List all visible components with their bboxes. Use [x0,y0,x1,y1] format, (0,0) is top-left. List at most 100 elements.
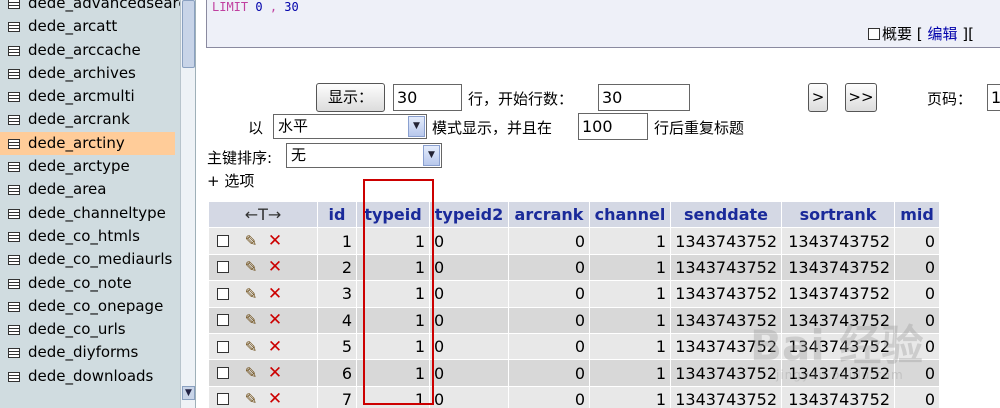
column-header-sortrank[interactable]: sortrank [782,202,894,228]
table-icon[interactable] [8,92,20,103]
table-icon[interactable] [8,0,20,9]
column-header-typeid2[interactable]: typeid2 [430,202,508,228]
page-select[interactable]: 1 [987,84,1000,111]
sidebar-item-label[interactable]: dede_co_onepage [28,297,163,315]
sidebar-item-dede-advancedsearc[interactable]: dede_advancedsearc [0,0,187,15]
sidebar-item-label[interactable]: dede_channeltype [28,204,166,222]
sidebar-item-dede-co-onepage[interactable]: dede_co_onepage [0,295,180,318]
action-column-header[interactable]: ←T→ [209,202,317,228]
rows-input[interactable]: 30 [393,84,462,111]
table-icon[interactable] [8,208,20,219]
start-row-input[interactable]: 30 [598,84,690,111]
table-icon[interactable] [8,22,20,33]
delete-x-icon[interactable]: ✕ [263,284,287,304]
column-header-id[interactable]: id [318,202,356,228]
sidebar-item-dede-arcrank[interactable]: dede_arcrank [0,108,180,131]
column-header-mid[interactable]: mid [895,202,939,228]
scrollbar-thumb[interactable] [182,0,195,68]
pencil-icon[interactable]: ✎ [239,258,263,276]
sidebar-item-dede-arctiny[interactable]: dede_arctiny [0,131,175,156]
sidebar-item-dede-channeltype[interactable]: dede_channeltype [0,202,180,225]
delete-x-icon[interactable]: ✕ [263,363,287,383]
row-checkbox[interactable] [217,261,229,274]
sort-select[interactable]: 无 ▼ [286,143,442,168]
delete-x-icon[interactable]: ✕ [263,389,287,408]
sidebar-item-dede-co-htmls[interactable]: dede_co_htmls [0,225,180,248]
pencil-icon[interactable]: ✎ [239,338,263,356]
table-icon[interactable] [8,185,20,196]
pencil-icon[interactable]: ✎ [239,364,263,382]
sidebar-scrollbar[interactable]: ▼ [180,0,195,408]
options-link[interactable]: + 选项 [207,170,254,191]
chevron-down-icon[interactable]: ▼ [423,145,440,166]
table-icon[interactable] [8,325,20,336]
table-icon[interactable] [8,68,20,79]
pencil-icon[interactable]: ✎ [239,311,263,329]
sidebar-item-label[interactable]: dede_archives [28,64,136,82]
table-icon[interactable] [8,115,20,126]
pencil-icon[interactable]: ✎ [239,285,263,303]
scroll-down-arrow-icon[interactable]: ▼ [182,386,195,400]
table-icon[interactable] [8,371,20,382]
profile-checkbox[interactable] [868,28,880,40]
sidebar-item-label[interactable]: dede_arcrank [28,110,130,128]
sidebar-item-label[interactable]: dede_downloads [28,367,153,385]
sidebar-item-dede-area[interactable]: dede_area [0,178,180,201]
pencil-icon[interactable]: ✎ [239,390,263,408]
chevron-down-icon[interactable]: ▼ [408,116,425,137]
sidebar-item-label[interactable]: dede_arccache [28,41,141,59]
sidebar-item-label[interactable]: dede_area [28,180,106,198]
sidebar-item-dede-arcmulti[interactable]: dede_arcmulti [0,85,180,108]
sidebar-item-label[interactable]: dede_co_mediaurls [28,250,172,268]
column-header-channel[interactable]: channel [590,202,670,228]
sidebar-item-dede-downloads[interactable]: dede_downloads [0,365,180,388]
delete-x-icon[interactable]: ✕ [263,337,287,357]
table-icon[interactable] [8,231,20,242]
sidebar-item-label[interactable]: dede_arctiny [28,134,125,152]
mode-label: 模式显示，并且在 [432,119,553,137]
column-header-senddate[interactable]: senddate [671,202,781,228]
sidebar-item-dede-diyforms[interactable]: dede_diyforms [0,341,180,364]
sidebar-item-label[interactable]: dede_co_htmls [28,227,140,245]
row-checkbox[interactable] [217,314,229,327]
sidebar-item-label[interactable]: dede_co_note [28,274,132,292]
sidebar-item-label[interactable]: dede_advancedsearc [28,0,187,12]
row-checkbox[interactable] [217,235,229,248]
table-icon[interactable] [8,162,20,173]
last-page-button[interactable]: >> [845,83,877,112]
sidebar-item-label[interactable]: dede_diyforms [28,343,138,361]
sidebar-item-dede-co-mediaurls[interactable]: dede_co_mediaurls [0,248,180,271]
sidebar-item-label[interactable]: dede_co_urls [28,320,126,338]
row-checkbox[interactable] [217,287,229,300]
table-icon[interactable] [8,278,20,289]
next-page-button[interactable]: > [808,83,828,112]
cell-id: 3 [318,281,356,307]
delete-x-icon[interactable]: ✕ [263,257,287,277]
table-icon[interactable] [8,301,20,312]
column-header-arcrank[interactable]: arcrank [509,202,589,228]
show-button[interactable]: 显示： [316,83,385,112]
sidebar-item-dede-arcatt[interactable]: dede_arcatt [0,15,180,38]
row-checkbox[interactable] [217,340,229,353]
edit-link[interactable]: 编辑 [927,25,957,43]
row-checkbox[interactable] [217,393,229,406]
table-icon[interactable] [8,348,20,359]
sidebar-item-dede-co-note[interactable]: dede_co_note [0,272,180,295]
table-icon[interactable] [8,45,20,56]
sidebar-item-dede-arctype[interactable]: dede_arctype [0,155,180,178]
sidebar-item-dede-archives[interactable]: dede_archives [0,62,180,85]
pencil-icon[interactable]: ✎ [239,232,263,250]
display-mode-select[interactable]: 水平 ▼ [273,114,427,139]
sidebar-item-label[interactable]: dede_arctype [28,157,130,175]
delete-x-icon[interactable]: ✕ [263,310,287,330]
sidebar-item-dede-arccache[interactable]: dede_arccache [0,39,180,62]
delete-x-icon[interactable]: ✕ [263,231,287,251]
table-icon[interactable] [8,255,20,266]
sidebar-item-label[interactable]: dede_arcmulti [28,87,135,105]
row-checkbox[interactable] [217,367,229,380]
column-header-typeid[interactable]: typeid [357,202,429,228]
sidebar-item-label[interactable]: dede_arcatt [28,17,117,35]
sidebar-item-dede-co-urls[interactable]: dede_co_urls [0,318,180,341]
table-icon[interactable] [8,138,20,149]
repeat-header-input[interactable]: 100 [578,113,648,140]
